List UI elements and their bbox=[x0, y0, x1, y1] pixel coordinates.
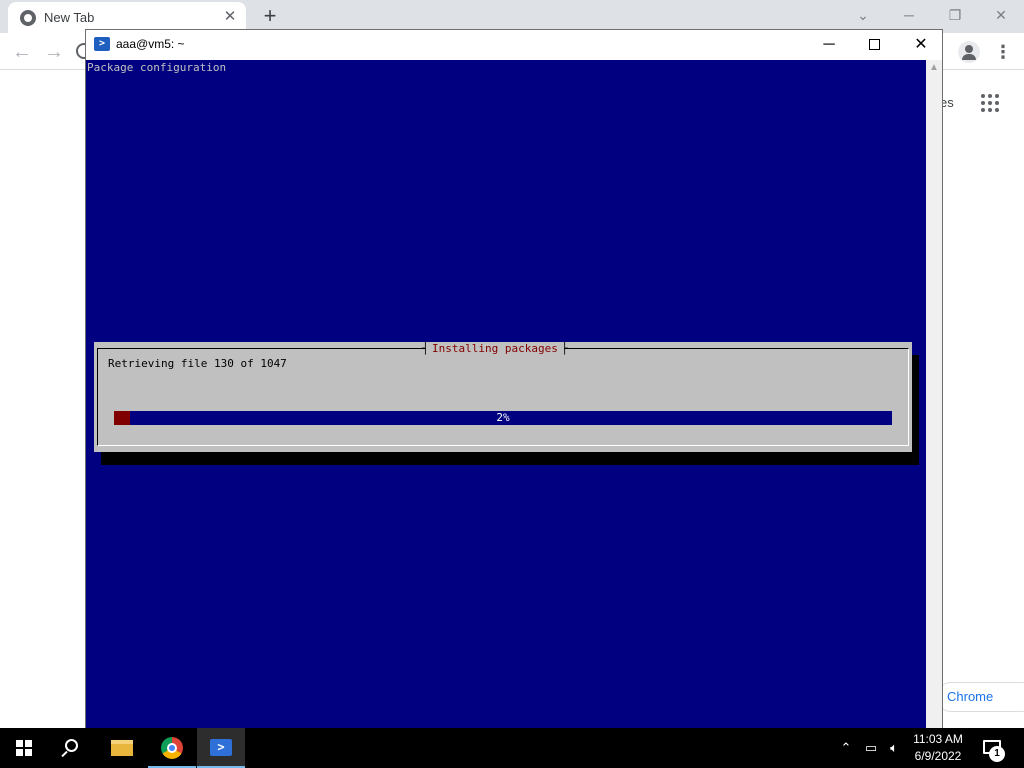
customize-chrome-label: Chrome bbox=[947, 689, 994, 704]
terminal-titlebar[interactable]: > aaa@vm5: ~ ─ ✕ bbox=[86, 30, 942, 60]
terminal-maximize-button[interactable] bbox=[852, 30, 898, 60]
terminal-window-title: aaa@vm5: ~ bbox=[116, 37, 185, 51]
start-button[interactable] bbox=[0, 728, 48, 768]
taskbar-powershell[interactable]: > bbox=[197, 728, 245, 768]
chrome-icon bbox=[161, 737, 183, 759]
terminal-header-text: Package configuration bbox=[87, 61, 227, 74]
powershell-icon: > bbox=[210, 739, 232, 756]
profile-icon[interactable] bbox=[958, 41, 980, 63]
tab-search-chevron-icon[interactable]: ⌄ bbox=[848, 3, 878, 27]
dialog-message: Retrieving file 130 of 1047 bbox=[108, 357, 287, 370]
terminal-window: > aaa@vm5: ~ ─ ✕ Package configuration I… bbox=[85, 29, 943, 729]
chevron-up-icon[interactable]: ⌃ bbox=[838, 738, 854, 758]
back-arrow-icon[interactable]: ← bbox=[9, 39, 35, 65]
taskbar: > ⌃ ▭ 🔈︎ 11:03 AM 6/9/2022 1 bbox=[0, 728, 1024, 768]
notification-count-badge: 1 bbox=[989, 746, 1005, 762]
clock-date: 6/9/2022 bbox=[914, 749, 962, 763]
network-icon[interactable]: ▭ bbox=[862, 738, 880, 758]
windows-logo-icon bbox=[16, 740, 32, 756]
terminal-scrollbar[interactable]: ▲ bbox=[926, 60, 942, 728]
progress-label: 2% bbox=[496, 411, 510, 424]
apps-grid-icon[interactable] bbox=[981, 94, 999, 112]
terminal-close-button[interactable]: ✕ bbox=[898, 30, 944, 60]
new-tab-button[interactable]: + bbox=[258, 4, 282, 28]
terminal-body[interactable]: Package configuration Installing package… bbox=[86, 60, 926, 728]
browser-minimize-icon[interactable]: ─ bbox=[894, 3, 924, 27]
browser-tab-title: New Tab bbox=[44, 10, 95, 25]
dialog-title-box: Installing packages bbox=[422, 342, 568, 356]
progress-bar: 2% bbox=[114, 411, 892, 425]
installing-packages-dialog: Installing packages Retrieving file 130 … bbox=[94, 342, 912, 452]
scroll-up-arrow-icon[interactable]: ▲ bbox=[929, 63, 939, 73]
taskbar-chrome[interactable] bbox=[148, 728, 196, 768]
forward-arrow-icon[interactable]: → bbox=[41, 39, 67, 65]
browser-restore-icon[interactable]: ❐ bbox=[940, 3, 970, 27]
chrome-favicon-icon bbox=[20, 10, 36, 26]
maximize-icon bbox=[869, 39, 880, 50]
search-button[interactable] bbox=[48, 728, 96, 768]
terminal-minimize-button[interactable]: ─ bbox=[806, 30, 852, 60]
browser-close-icon[interactable]: ✕ bbox=[986, 3, 1016, 27]
system-clock[interactable]: 11:03 AM 6/9/2022 bbox=[906, 731, 970, 765]
powershell-icon: > bbox=[94, 37, 110, 51]
file-explorer-icon bbox=[111, 740, 133, 756]
taskbar-file-explorer[interactable] bbox=[98, 728, 146, 768]
customize-chrome-button[interactable]: Chrome bbox=[936, 682, 1024, 712]
kebab-menu-icon[interactable]: ⋮ bbox=[994, 41, 1012, 63]
clock-time: 11:03 AM bbox=[913, 732, 963, 746]
volume-icon[interactable]: 🔈︎ bbox=[884, 738, 904, 758]
tab-close-icon[interactable]: ✕ bbox=[220, 7, 240, 27]
dialog-title: Installing packages bbox=[432, 342, 558, 355]
search-icon bbox=[65, 739, 78, 752]
